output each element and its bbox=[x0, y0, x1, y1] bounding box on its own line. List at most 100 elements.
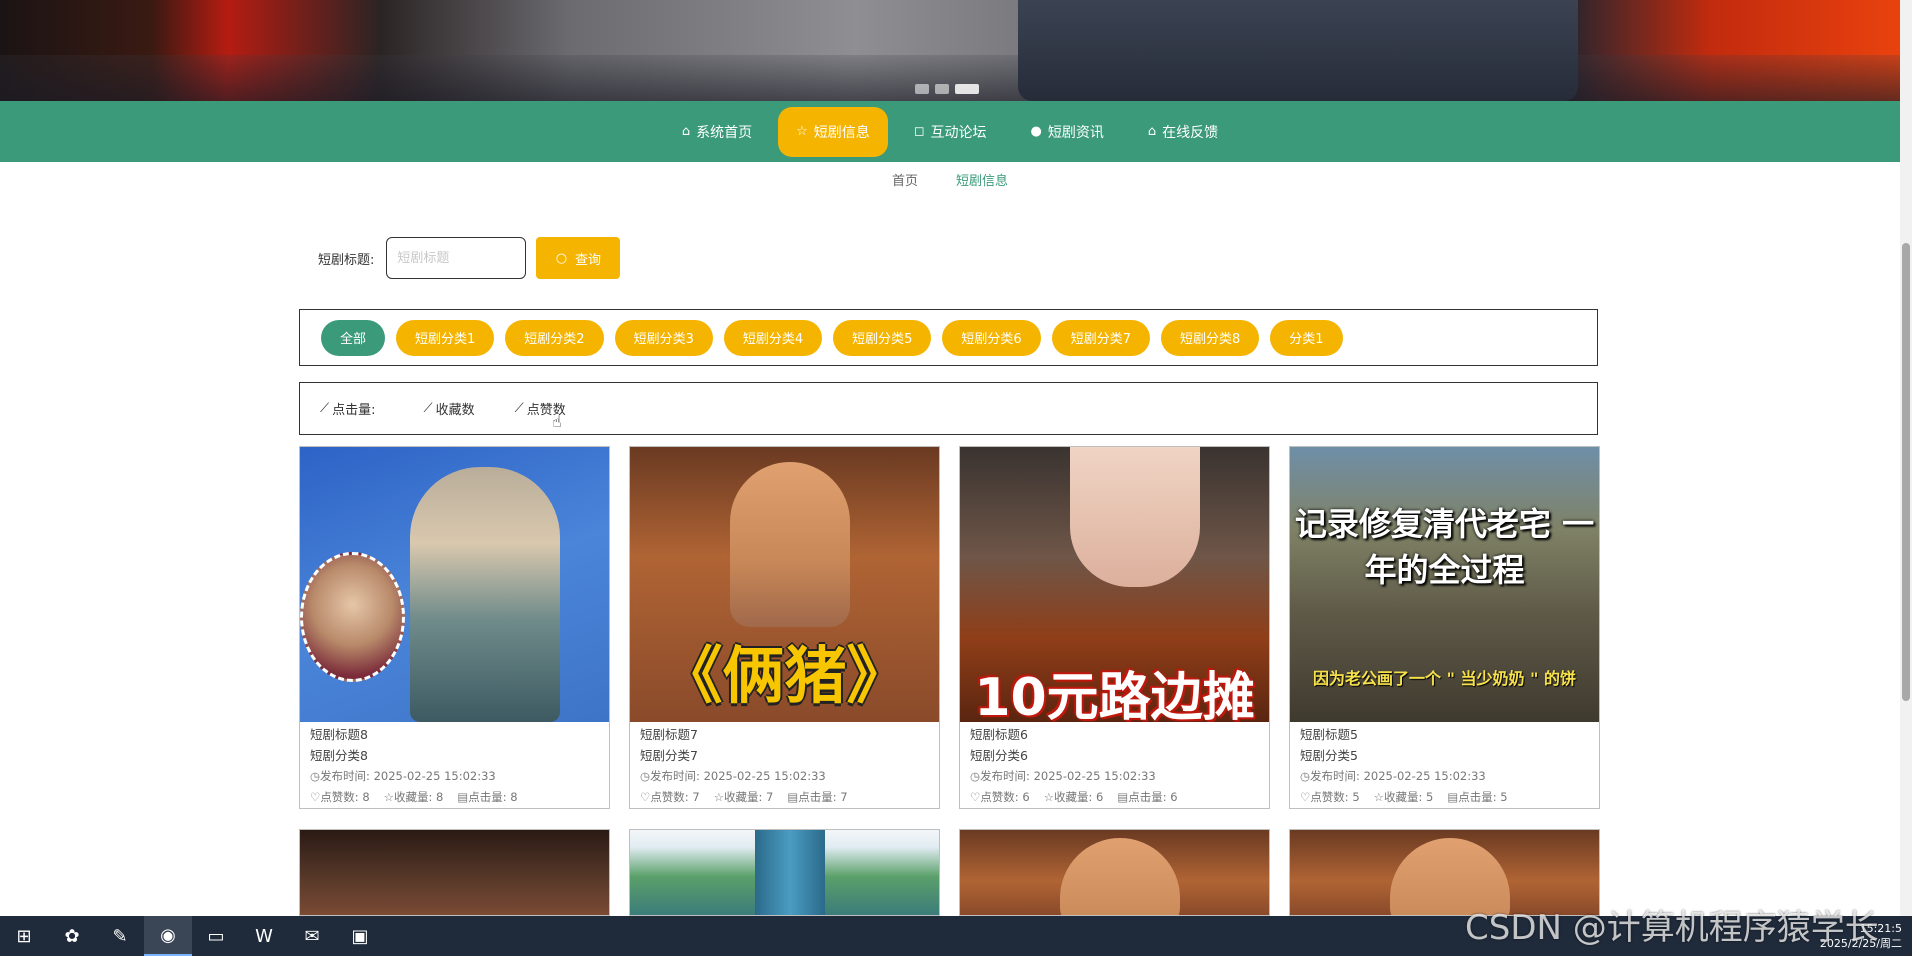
carousel-dot[interactable] bbox=[915, 84, 929, 94]
card-time: ◷发布时间: 2025-02-25 15:02:33 bbox=[970, 769, 1156, 783]
doc-icon: ▤ bbox=[457, 790, 469, 804]
drama-thumbnail[interactable] bbox=[300, 447, 609, 722]
nav-item-label: 短剧资讯 bbox=[1047, 124, 1104, 141]
thumb-caption: 记录修复清代老宅 一年的全过程 bbox=[1294, 505, 1595, 589]
category-pill[interactable]: 短剧分类8 bbox=[1160, 319, 1260, 356]
card-title[interactable]: 短剧标题6 bbox=[970, 724, 1259, 745]
category-pill[interactable]: 分类1 bbox=[1270, 319, 1343, 356]
wechat-icon[interactable]: ✉ bbox=[288, 916, 336, 956]
category-pill[interactable]: 短剧分类4 bbox=[723, 319, 823, 356]
card-title[interactable]: 短剧标题7 bbox=[640, 724, 929, 745]
nav-item-label: 短剧信息 bbox=[813, 124, 870, 141]
query-button[interactable]: ○ 查询 bbox=[536, 237, 621, 279]
fav-count: ☆收藏量: 5 bbox=[1373, 790, 1434, 804]
chart-icon: ⟋ bbox=[320, 401, 330, 416]
nav-item-label: 在线反馈 bbox=[1162, 124, 1219, 141]
star-icon: ☆ bbox=[1373, 790, 1384, 804]
drama-thumbnail[interactable] bbox=[300, 830, 609, 915]
drama-card[interactable]: 10元路边摊 短剧标题6 短剧分类6 ◷发布时间: 2025-02-25 15:… bbox=[959, 446, 1270, 809]
home-icon: ⌂ bbox=[1147, 124, 1157, 139]
query-button-label: 查询 bbox=[575, 252, 602, 268]
banner-carousel bbox=[0, 0, 1900, 101]
drama-card[interactable] bbox=[299, 829, 610, 916]
category-pill[interactable]: 短剧分类3 bbox=[614, 319, 713, 356]
search-bar: 短剧标题: ○ 查询 bbox=[318, 237, 621, 279]
search-input[interactable] bbox=[386, 237, 527, 279]
sort-click[interactable]: ⟋ 点击量: bbox=[320, 399, 376, 418]
banner-stage bbox=[0, 55, 1900, 101]
card-category: 短剧分类7 bbox=[640, 748, 698, 763]
card-title[interactable]: 短剧标题5 bbox=[1300, 724, 1589, 745]
like-count: ♡点赞数: 5 bbox=[1300, 790, 1360, 804]
drama-card[interactable] bbox=[629, 829, 940, 916]
category-pill[interactable]: 短剧分类7 bbox=[1051, 319, 1150, 356]
star-icon: ☆ bbox=[1043, 790, 1054, 804]
star-icon: ☆ bbox=[383, 790, 394, 804]
thumb-figure bbox=[1070, 447, 1200, 587]
star-icon: ☆ bbox=[713, 790, 724, 804]
scrollbar-thumb[interactable] bbox=[1902, 243, 1910, 701]
nav-item-label: 系统首页 bbox=[696, 124, 753, 141]
search-icon: ○ bbox=[555, 250, 568, 266]
category-pill[interactable]: 短剧分类5 bbox=[833, 319, 932, 356]
wps-icon[interactable]: W bbox=[240, 916, 288, 956]
drama-card[interactable]: 短剧标题8 短剧分类8 ◷发布时间: 2025-02-25 15:02:33 ♡… bbox=[299, 446, 610, 809]
click-count: ▤点击量: 6 bbox=[1117, 790, 1178, 804]
app-icon[interactable]: ✎ bbox=[96, 916, 144, 956]
carousel-dot[interactable] bbox=[935, 84, 949, 94]
watermark: CSDN @计算机程序猿学长 bbox=[1465, 908, 1879, 948]
fav-count: ☆收藏量: 7 bbox=[713, 790, 774, 804]
home-icon: ⌂ bbox=[681, 124, 691, 139]
nav-item-feedback[interactable]: ⌂ 在线反馈 bbox=[1130, 107, 1236, 157]
app-icon[interactable]: ▣ bbox=[336, 916, 384, 956]
clock-icon: ◷ bbox=[640, 769, 651, 783]
drama-thumbnail[interactable]: 《俩猪》 bbox=[630, 447, 939, 722]
chrome-icon[interactable]: ◉ bbox=[144, 916, 192, 956]
card-meta: 短剧标题7 短剧分类7 ◷发布时间: 2025-02-25 15:02:33 ♡… bbox=[630, 722, 939, 808]
breadcrumb-home[interactable]: 首页 bbox=[892, 170, 918, 189]
thumb-up-icon: ♡ bbox=[970, 790, 981, 804]
sort-bar: ⟋ 点击量: ⟋ 收藏数 ⟋ 点赞数 bbox=[299, 382, 1598, 435]
drama-thumbnail[interactable]: 记录修复清代老宅 一年的全过程 因为老公画了一个 " 当少奶奶 " 的饼 bbox=[1290, 447, 1599, 722]
thumb-inset bbox=[300, 552, 405, 682]
nav-item-drama-info[interactable]: ☆ 短剧信息 bbox=[778, 106, 888, 157]
like-count: ♡点赞数: 7 bbox=[640, 790, 700, 804]
doc-icon: ▤ bbox=[787, 790, 799, 804]
drama-thumbnail[interactable] bbox=[960, 830, 1269, 915]
nav-item-home[interactable]: ⌂ 系统首页 bbox=[664, 107, 770, 157]
card-title[interactable]: 短剧标题8 bbox=[310, 724, 599, 745]
app-icon[interactable]: ✿ bbox=[48, 916, 96, 956]
card-meta: 短剧标题5 短剧分类5 ◷发布时间: 2025-02-25 15:02:33 ♡… bbox=[1290, 722, 1599, 808]
card-category: 短剧分类5 bbox=[1300, 748, 1358, 763]
breadcrumb: 首页 短剧信息 bbox=[0, 170, 1900, 189]
click-count: ▤点击量: 5 bbox=[1447, 790, 1508, 804]
carousel-dot-active[interactable] bbox=[955, 84, 979, 94]
chart-icon: ⟋ bbox=[514, 401, 524, 416]
category-pill[interactable]: 短剧分类2 bbox=[505, 319, 604, 356]
click-count: ▤点击量: 8 bbox=[457, 790, 518, 804]
drama-card[interactable]: 记录修复清代老宅 一年的全过程 因为老公画了一个 " 当少奶奶 " 的饼 短剧标… bbox=[1289, 446, 1600, 809]
drama-card[interactable]: 《俩猪》 短剧标题7 短剧分类7 ◷发布时间: 2025-02-25 15:02… bbox=[629, 446, 940, 809]
sort-fav[interactable]: ⟋ 收藏数 bbox=[424, 399, 475, 418]
star-icon: ☆ bbox=[796, 124, 808, 139]
folder-icon[interactable]: ▭ bbox=[192, 916, 240, 956]
like-count: ♡点赞数: 8 bbox=[310, 790, 370, 804]
windows-start-icon[interactable]: ⊞ bbox=[0, 916, 48, 956]
drama-thumbnail[interactable] bbox=[630, 830, 939, 915]
nav-item-forum[interactable]: ◻ 互动论坛 bbox=[896, 107, 1005, 157]
click-count: ▤点击量: 7 bbox=[787, 790, 848, 804]
category-pill-all[interactable]: 全部 bbox=[321, 319, 386, 356]
drama-thumbnail[interactable]: 10元路边摊 bbox=[960, 447, 1269, 722]
card-meta: 短剧标题6 短剧分类6 ◷发布时间: 2025-02-25 15:02:33 ♡… bbox=[960, 722, 1269, 808]
nav-item-label: 互动论坛 bbox=[930, 124, 987, 141]
drama-card[interactable] bbox=[959, 829, 1270, 916]
card-stats: ♡点赞数: 6 ☆收藏量: 6 ▤点击量: 6 bbox=[970, 787, 1259, 808]
category-filter: 全部 短剧分类1 短剧分类2 短剧分类3 短剧分类4 短剧分类5 短剧分类6 短… bbox=[299, 309, 1598, 366]
card-stats: ♡点赞数: 8 ☆收藏量: 8 ▤点击量: 8 bbox=[310, 787, 599, 808]
category-pill[interactable]: 短剧分类1 bbox=[396, 319, 495, 356]
thumb-figure bbox=[1060, 838, 1180, 915]
nav-item-news[interactable]: ● 短剧资讯 bbox=[1013, 107, 1122, 157]
category-pill[interactable]: 短剧分类6 bbox=[942, 319, 1041, 356]
page-scrollbar[interactable] bbox=[1900, 0, 1912, 916]
main-nav: ⌂ 系统首页 ☆ 短剧信息 ◻ 互动论坛 ● 短剧资讯 ⌂ 在线反馈 bbox=[0, 101, 1900, 162]
